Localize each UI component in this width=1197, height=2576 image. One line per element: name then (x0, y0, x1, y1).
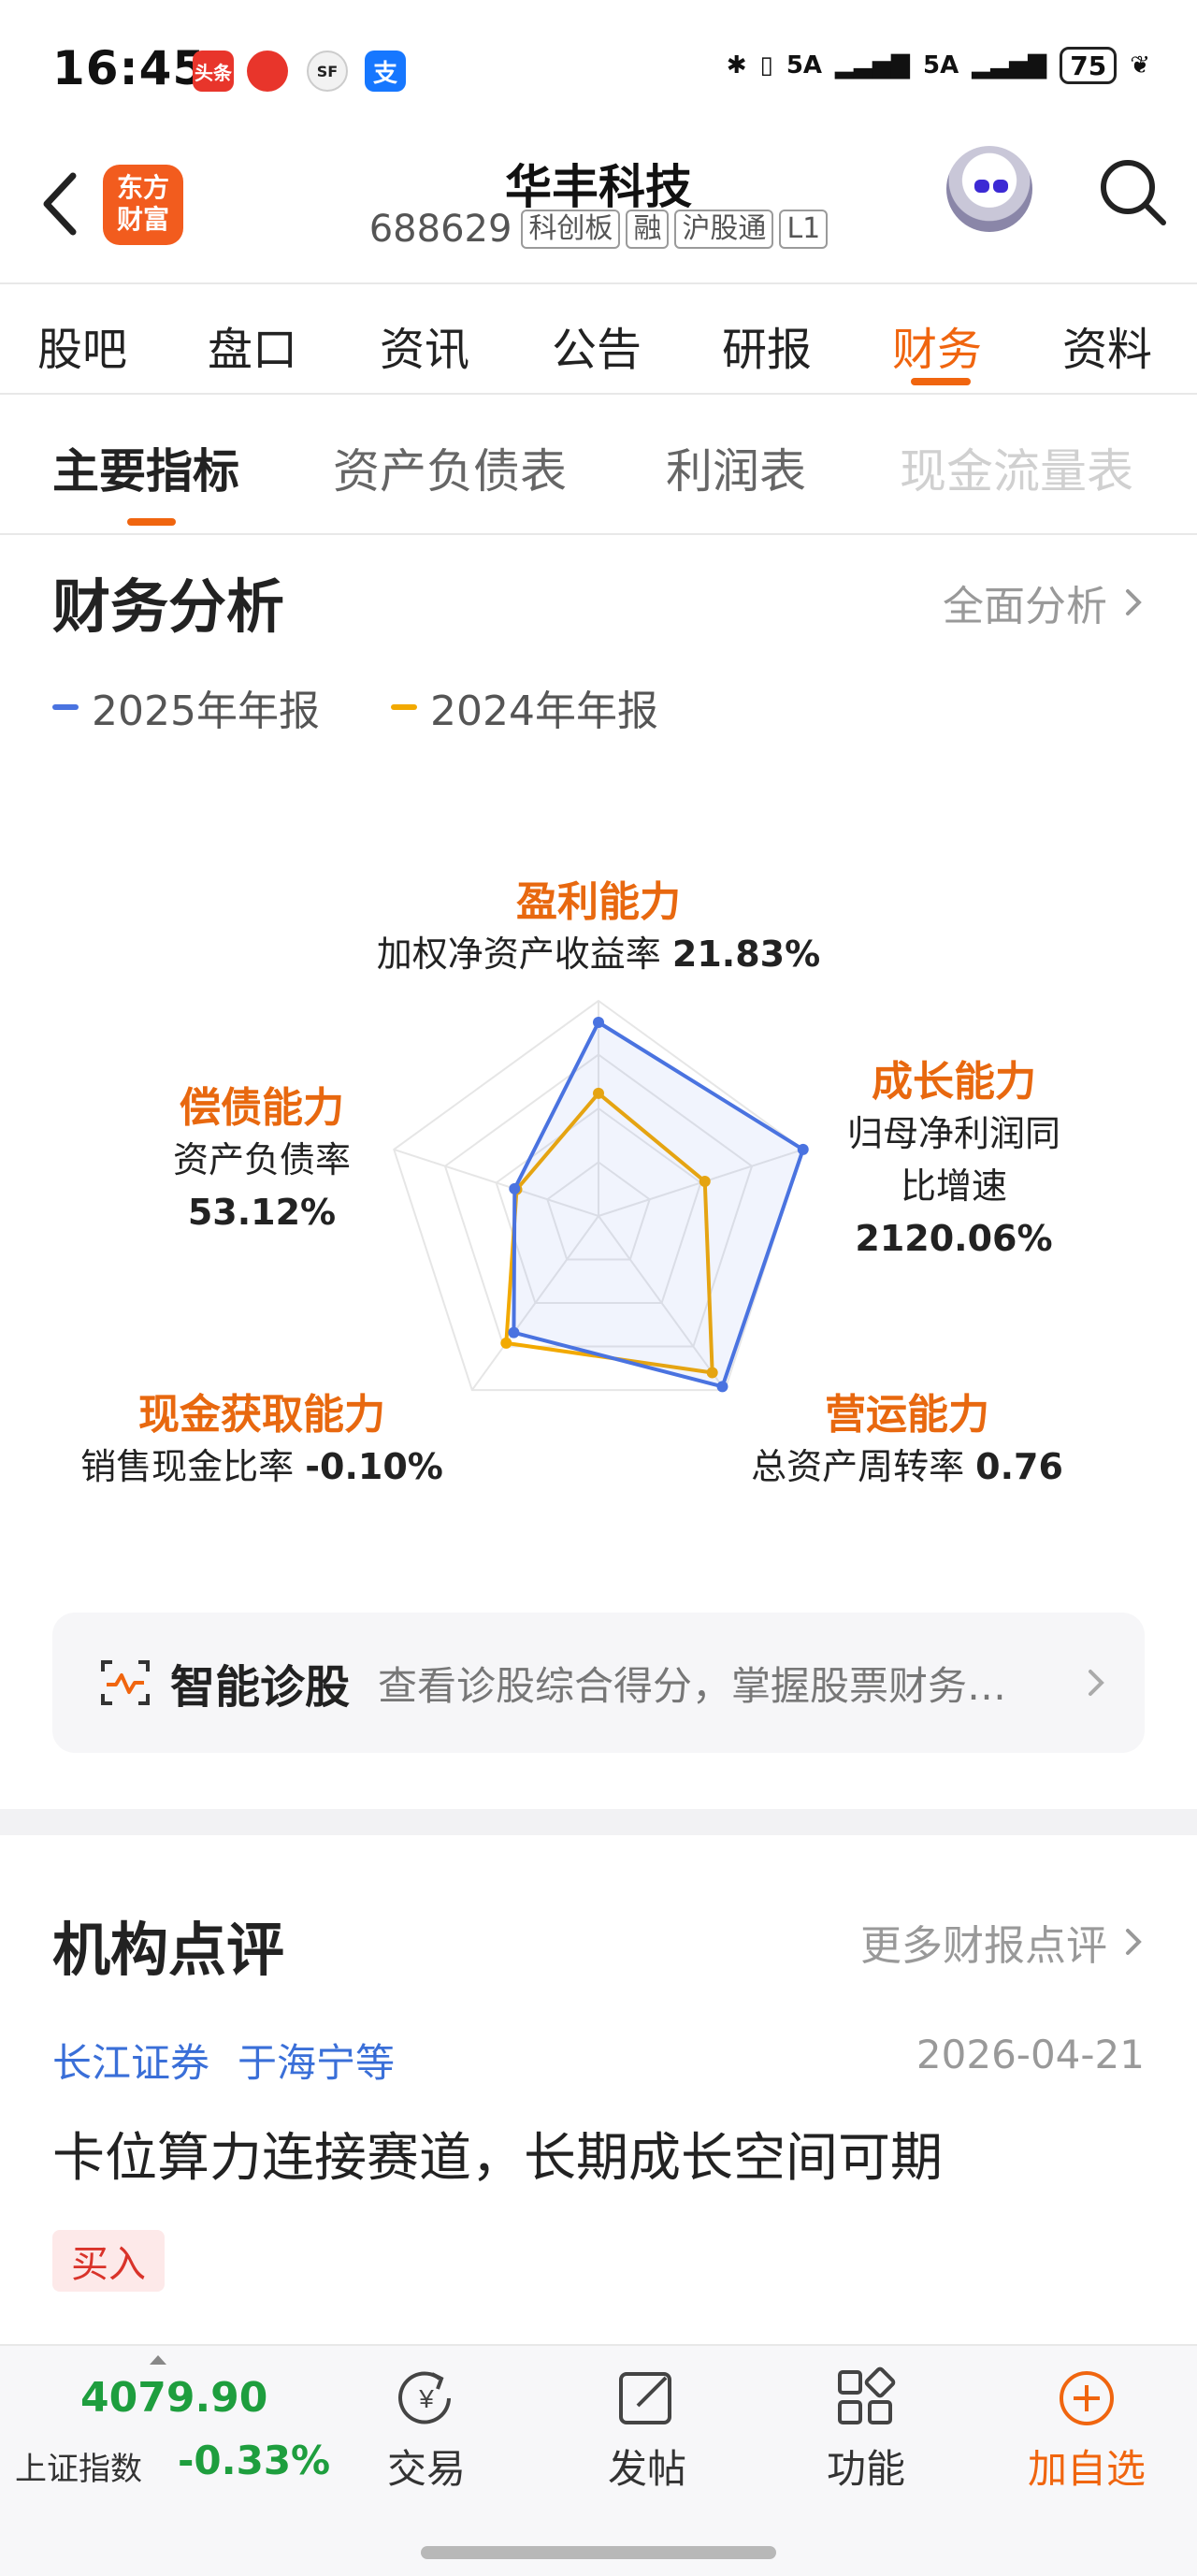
review-date: 2026-04-21 (916, 2032, 1145, 2077)
review-source[interactable]: 长江证券 于海宁等 (52, 2032, 395, 2089)
more-reviews-label: 更多财报点评 (860, 1922, 1107, 1970)
bottom-bar: 4079.90 上证指数 -0.33% ¥ 交易 发帖 功能 加自选 (0, 2344, 1197, 2576)
axis-metric-profitability: 加权净资产收益率 21.83% (327, 928, 870, 980)
more-reviews-link[interactable]: 更多财报点评 (860, 1912, 1145, 1972)
review-headline[interactable]: 卡位算力连接赛道，长期成长空间可期 (52, 2116, 943, 2192)
functions-label: 功能 (826, 2446, 905, 2492)
index-name[interactable]: 上证指数 (15, 2443, 142, 2489)
diagnosis-desc: 查看诊股综合得分，掌握股票财务… (378, 1662, 1007, 1709)
axis-metric-operation: 总资产周转率 0.76 (720, 1440, 1094, 1493)
diagnosis-title: 智能诊股 (170, 1661, 351, 1714)
trade-label: 交易 (386, 2446, 466, 2492)
radar-point-2024 (500, 1337, 512, 1349)
radar-point-2025 (509, 1182, 521, 1194)
post-label: 发帖 (607, 2446, 686, 2492)
section-divider (0, 1809, 1197, 1835)
add-watchlist-button[interactable]: 加自选 (1012, 2366, 1161, 2495)
axis-caption-profitability: 盈利能力 (516, 878, 681, 926)
edit-icon (619, 2372, 671, 2424)
review-analyst[interactable]: 于海宁等 (238, 2032, 395, 2089)
diagnosis-icon (101, 1660, 150, 1705)
smart-diagnosis-card[interactable]: 智能诊股 查看诊股综合得分，掌握股票财务… (52, 1613, 1145, 1753)
home-indicator[interactable] (421, 2546, 776, 2559)
axis-label-solvency: 偿债能力 资产负债率 53.12% (140, 1074, 383, 1238)
metric-name-growth-line1: 归母净利润同 (846, 1113, 1060, 1154)
axis-caption-cash: 现金获取能力 (138, 1391, 385, 1439)
metric-name-roe: 加权净资产收益率 (376, 933, 661, 975)
rating-badge: 买入 (52, 2230, 165, 2292)
radar-series-2025 (512, 1020, 805, 1389)
grid-icon (838, 2366, 896, 2424)
metric-name-growth-line2: 比增速 (900, 1165, 1007, 1207)
trade-button[interactable]: ¥ 交易 (352, 2366, 501, 2495)
review-broker[interactable]: 长江证券 (52, 2032, 209, 2089)
reviews-title: 机构点评 (52, 1916, 285, 1984)
trade-icon: ¥ (398, 2371, 451, 2424)
plus-circle-icon (1060, 2371, 1114, 2425)
metric-name-turnover: 总资产周转率 (751, 1446, 965, 1487)
radar-chart (393, 999, 809, 1393)
post-button[interactable]: 发帖 (572, 2366, 722, 2495)
axis-label-operation: 营运能力 总资产周转率 0.76 (720, 1381, 1094, 1493)
chevron-right-icon (1089, 1670, 1104, 1696)
axis-label-growth: 成长能力 归母净利润同 比增速 2120.06% (823, 1048, 1085, 1265)
axis-caption-solvency: 偿债能力 (180, 1084, 344, 1132)
radar-point-2025 (797, 1143, 809, 1155)
metric-value-turnover: 0.76 (975, 1446, 1063, 1487)
functions-button[interactable]: 功能 (791, 2366, 941, 2495)
axis-label-profitability: 盈利能力 加权净资产收益率 21.83% (327, 868, 870, 980)
metric-value-roe: 21.83% (671, 933, 821, 975)
add-watchlist-label: 加自选 (1027, 2446, 1146, 2492)
metric-value-debt-ratio: 53.12% (187, 1192, 337, 1233)
metric-value-growth: 2120.06% (855, 1218, 1053, 1259)
axis-label-cash: 现金获取能力 销售现金比率 -0.10% (56, 1381, 468, 1493)
svg-text:¥: ¥ (418, 2384, 434, 2413)
caret-up-icon[interactable] (150, 2355, 166, 2365)
axis-metric-cash: 销售现金比率 -0.10% (56, 1440, 468, 1493)
metric-value-cash-ratio: -0.10% (305, 1446, 443, 1487)
axis-caption-growth: 成长能力 (872, 1058, 1036, 1106)
index-change[interactable]: -0.33% (178, 2438, 330, 2483)
index-value[interactable]: 4079.90 (80, 2374, 267, 2422)
chevron-right-icon (1126, 1929, 1142, 1955)
metric-name-cash-ratio: 销售现金比率 (80, 1446, 295, 1487)
axis-caption-operation: 营运能力 (825, 1391, 989, 1439)
radar-point-2025 (508, 1326, 520, 1339)
metric-name-debt-ratio: 资产负债率 (172, 1139, 351, 1180)
radar-point-2025 (593, 1017, 604, 1028)
